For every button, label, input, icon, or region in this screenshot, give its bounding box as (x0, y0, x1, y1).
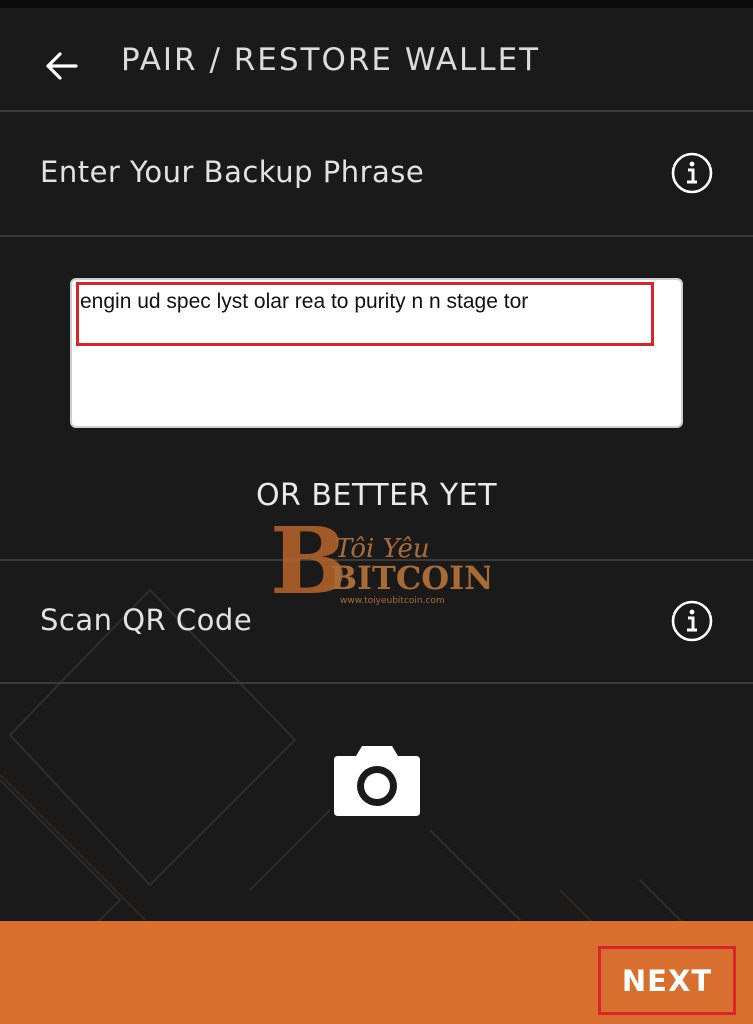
qr-info-button[interactable] (670, 599, 714, 643)
page-title: PAIR / RESTORE WALLET (121, 42, 541, 78)
scan-qr-row: Scan QR Code (0, 561, 753, 683)
header: PAIR / RESTORE WALLET (0, 8, 753, 111)
header-divider (0, 110, 753, 112)
info-circle-icon (671, 600, 713, 642)
scan-qr-label: Scan QR Code (40, 603, 253, 637)
backup-info-button[interactable] (670, 151, 714, 195)
arrow-left-icon (46, 52, 78, 80)
section-divider (0, 682, 753, 684)
camera-icon (334, 746, 420, 816)
phrase-highlight-frame (76, 282, 654, 346)
info-circle-icon (671, 152, 713, 194)
separator-text: OR BETTER YET (255, 478, 498, 513)
next-button[interactable]: NEXT (598, 946, 736, 1015)
backup-phrase-row: Enter Your Backup Phrase (0, 113, 753, 235)
back-button[interactable] (40, 44, 84, 88)
backup-phrase-label: Enter Your Backup Phrase (40, 155, 425, 189)
status-strip (0, 0, 753, 8)
camera-button[interactable] (332, 742, 422, 818)
section-divider (0, 235, 753, 237)
